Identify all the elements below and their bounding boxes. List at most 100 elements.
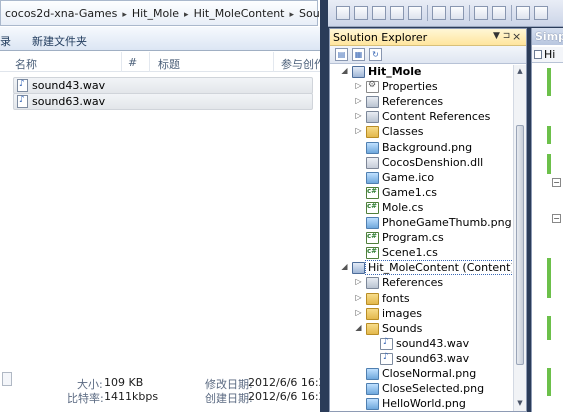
tree-node-label: Hit_Mole	[368, 65, 422, 78]
tree-node[interactable]: CocosDenshion.dll	[354, 156, 512, 171]
breadcrumb-item[interactable]: Hit_MoleContent	[194, 7, 285, 20]
tree-node[interactable]: Game.ico	[354, 171, 512, 186]
tree-node[interactable]: Mole.cs	[354, 201, 512, 216]
csharp-file-icon	[366, 247, 379, 260]
tree-node[interactable]: ◢ Sounds	[354, 322, 512, 337]
tree-node-label: Content References	[382, 110, 491, 124]
csharp-file-icon	[366, 186, 379, 199]
expand-arrow-icon[interactable]: ▷	[354, 111, 363, 120]
toolbar-button[interactable]	[354, 6, 368, 20]
show-all-files-button[interactable]: ▦	[352, 48, 365, 61]
file-row[interactable]: sound63.wav	[13, 93, 313, 110]
pin-icon[interactable]: ▼ ⊐	[493, 31, 510, 41]
breadcrumb: cocos2d-xna-Games ▸ Hit_Mole ▸ Hit_MoleConte…	[5, 7, 320, 20]
solution-tree: ◢ Hit_Mole ▷ Properties ▷ References ▷ Content …	[330, 65, 512, 411]
folder-icon	[366, 307, 379, 320]
tree-node[interactable]: sound63.wav	[368, 352, 512, 367]
solution-explorer-toolbar: ▤ ▦ ↻	[330, 46, 526, 64]
csharp-file-icon	[366, 201, 379, 214]
tree-node[interactable]: sound43.wav	[368, 337, 512, 352]
tree-node[interactable]: PhoneGameThumb.png	[354, 216, 512, 231]
tree-node[interactable]: ▷ References	[354, 95, 512, 110]
toolbar-separator	[427, 5, 428, 21]
toolbar-partial-button[interactable]: 录	[0, 33, 11, 49]
toolbar-button[interactable]	[474, 6, 488, 20]
new-folder-button[interactable]: 新建文件夹	[32, 33, 87, 49]
toolbar-button[interactable]	[492, 6, 506, 20]
tree-node[interactable]: ▷ images	[354, 307, 512, 322]
vertical-scrollbar[interactable]: ▲ ▼	[513, 65, 526, 411]
properties-button[interactable]: ▤	[335, 48, 348, 61]
tree-node[interactable]: ▷ Classes	[354, 125, 512, 140]
tree-node-label: images	[382, 306, 422, 320]
change-marker	[547, 316, 551, 340]
solution-explorer-title-bar[interactable]: Solution Explorer ▼ ⊐ ×	[330, 29, 526, 46]
collapse-arrow-icon[interactable]: ◢	[340, 262, 349, 271]
toolbar-button[interactable]	[516, 6, 530, 20]
tree-node[interactable]: Program.cs	[354, 231, 512, 246]
expand-arrow-icon[interactable]: ▷	[354, 293, 363, 302]
tree-node-label: sound63.wav	[396, 351, 470, 365]
refresh-button[interactable]: ↻	[369, 48, 382, 61]
collapse-arrow-icon[interactable]: ◢	[340, 66, 349, 75]
folder-icon	[366, 126, 379, 139]
toolbar-button[interactable]	[432, 6, 446, 20]
scroll-down-icon[interactable]: ▼	[515, 399, 525, 409]
expand-arrow-icon[interactable]: ▷	[354, 277, 363, 286]
file-row[interactable]: sound43.wav	[13, 77, 313, 94]
expand-arrow-icon[interactable]: ▷	[354, 126, 363, 135]
breadcrumb-item[interactable]: Hit_Mole	[132, 7, 179, 20]
tree-node[interactable]: Game1.cs	[354, 186, 512, 201]
column-number[interactable]: #	[128, 56, 137, 69]
tree-node-label: CloseSelected.png	[382, 382, 485, 396]
editor-tab[interactable]: Hi	[532, 47, 563, 63]
column-title[interactable]: 标题	[158, 56, 180, 72]
folder-icon	[366, 322, 379, 335]
collapse-icon[interactable]: −	[552, 214, 561, 223]
expand-arrow-icon[interactable]: ▷	[354, 81, 363, 90]
expand-arrow-icon[interactable]: ▷	[354, 96, 363, 105]
tree-node[interactable]: ▷ Properties	[354, 80, 512, 95]
breadcrumb-item[interactable]: cocos2d-xna-Games	[5, 7, 117, 20]
column-divider[interactable]	[273, 52, 274, 72]
tree-node[interactable]: ◢ Hit_MoleContent (Content)	[340, 260, 512, 276]
toolbar-button[interactable]	[408, 6, 422, 20]
created-date-label: 创建日期:	[205, 392, 253, 405]
tree-node[interactable]: ▷ References	[354, 276, 512, 291]
breadcrumb-separator-icon[interactable]: ▸	[122, 10, 127, 20]
change-marker	[547, 126, 551, 144]
tree-node-label: References	[382, 276, 444, 290]
expand-arrow-icon[interactable]: ▷	[354, 308, 363, 317]
breadcrumb-separator-icon[interactable]: ▸	[184, 10, 189, 20]
breadcrumb-item[interactable]: Sounds	[299, 7, 320, 20]
column-name[interactable]: 名称	[15, 56, 37, 72]
column-contributing-artist[interactable]: 参与创作的	[281, 56, 320, 72]
scroll-up-icon[interactable]: ▲	[515, 67, 525, 77]
column-divider[interactable]	[149, 52, 150, 72]
collapse-arrow-icon[interactable]: ◢	[354, 323, 363, 332]
tree-node[interactable]: HelloWorld.png	[354, 397, 512, 411]
address-bar[interactable]: cocos2d-xna-Games ▸ Hit_Mole ▸ Hit_MoleConte…	[0, 0, 320, 26]
tree-node-label: Game.ico	[382, 170, 435, 184]
tree-node[interactable]: Scene1.cs	[354, 246, 512, 261]
audio-file-icon	[17, 79, 28, 92]
tree-node[interactable]: Background.png	[354, 141, 512, 156]
collapse-icon[interactable]: −	[552, 178, 561, 187]
close-icon[interactable]: ×	[512, 30, 521, 43]
references-icon	[366, 277, 379, 290]
toolbar-button[interactable]	[390, 6, 404, 20]
tree-node[interactable]: CloseNormal.png	[354, 367, 512, 382]
references-icon	[366, 111, 379, 124]
editor-title-bar[interactable]: Simpl	[532, 28, 563, 45]
toolbar-button[interactable]	[534, 6, 548, 20]
toolbar-button[interactable]	[372, 6, 386, 20]
tree-node[interactable]: ◢ Hit_Mole	[340, 65, 512, 80]
tree-node[interactable]: ▷ fonts	[354, 292, 512, 307]
breadcrumb-separator-icon[interactable]: ▸	[290, 10, 295, 20]
toolbar-button[interactable]	[336, 6, 350, 20]
scroll-thumb[interactable]	[516, 125, 524, 365]
toolbar-button[interactable]	[450, 6, 464, 20]
tree-node[interactable]: CloseSelected.png	[354, 382, 512, 397]
tree-node[interactable]: ▷ Content References	[354, 110, 512, 125]
column-divider[interactable]	[121, 52, 122, 72]
